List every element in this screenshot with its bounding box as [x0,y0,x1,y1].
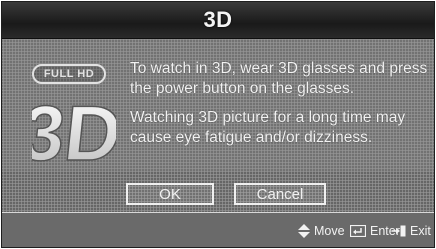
exit-label: Exit [410,223,431,238]
title-bar: 3D [2,2,434,39]
move-arrows-icon [298,223,310,238]
exit-icon [392,225,406,236]
warning-text: Watching 3D picture for a long time may … [130,109,406,146]
message-area: To watch in 3D, wear 3D glasses and pres… [130,59,430,157]
full-hd-badge: FULL HD [32,64,106,84]
footer-bar: Move Enter Exit [2,212,434,247]
3d-logo-text: 3D [32,89,116,170]
ok-button[interactable]: OK [126,183,214,205]
enter-icon [350,224,366,237]
cancel-button[interactable]: Cancel [234,183,326,205]
dialog-title: 3D [203,7,233,32]
instruction-text: To watch in 3D, wear 3D glasses and pres… [130,60,428,97]
move-label: Move [314,223,345,238]
footer-exit: Exit [392,213,431,247]
footer-move: Move [298,213,345,247]
3d-logo-icon: 3D [32,88,116,170]
3d-dialog: 3D FULL HD 3D To watch in 3D, wear 3D gl… [1,1,435,248]
